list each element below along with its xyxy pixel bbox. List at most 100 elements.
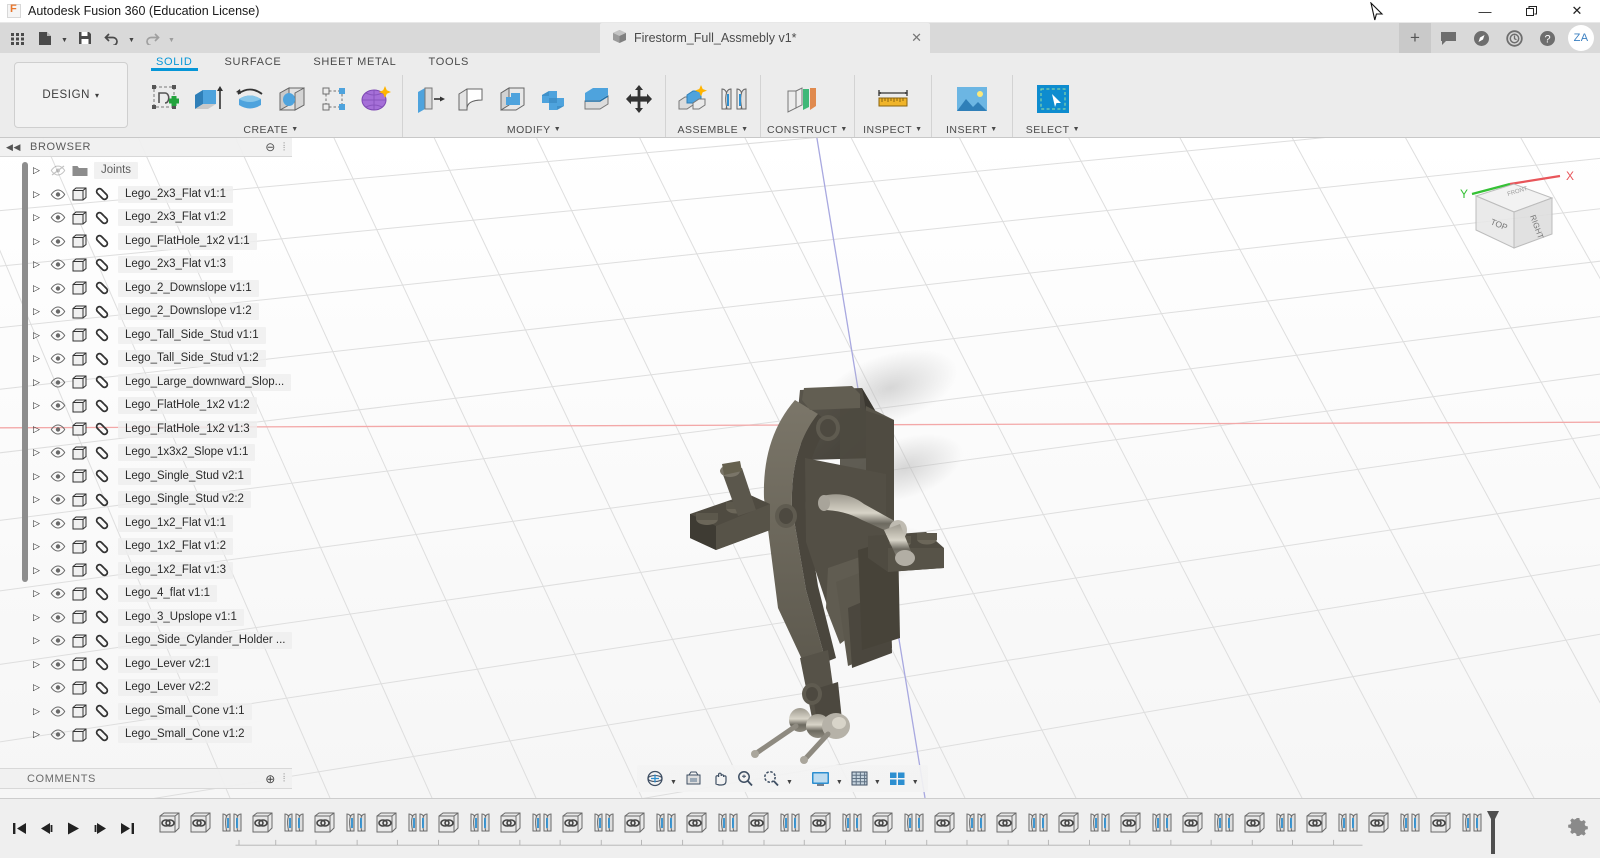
expand-arrow-icon[interactable]: ▷ — [33, 682, 47, 693]
timeline-feature[interactable] — [650, 810, 681, 835]
timeline-feature[interactable] — [991, 810, 1022, 835]
visibility-icon[interactable] — [50, 635, 72, 646]
timeline-feature[interactable] — [743, 810, 774, 835]
timeline-feature[interactable] — [929, 810, 960, 835]
joint-icon[interactable] — [714, 78, 754, 120]
visibility-icon[interactable] — [50, 682, 72, 693]
orbit-icon[interactable] — [643, 767, 668, 791]
expand-arrow-icon[interactable]: ▷ — [33, 635, 47, 646]
minimize-circle-icon[interactable]: ⊖ — [265, 140, 276, 154]
expand-arrow-icon[interactable]: ▷ — [33, 377, 47, 388]
tree-row-component[interactable]: ▷ Lego_2x3_Flat v1:2 — [0, 206, 292, 230]
tree-row-component[interactable]: ▷ Lego_4_flat v1:1 — [0, 582, 292, 606]
timeline-feature[interactable] — [1115, 810, 1146, 835]
timeline-feature[interactable] — [1084, 810, 1115, 835]
minimize-button[interactable]: — — [1462, 0, 1508, 22]
visibility-icon[interactable] — [50, 283, 72, 294]
expand-arrow-icon[interactable]: ▷ — [33, 706, 47, 717]
add-comment-icon[interactable]: ⊕ — [265, 772, 276, 786]
tree-row-component[interactable]: ▷ Lego_1x2_Flat v1:3 — [0, 559, 292, 583]
expand-arrow-icon[interactable]: ▷ — [33, 471, 47, 482]
redo-icon[interactable] — [139, 25, 164, 51]
tree-row-component[interactable]: ▷ Lego_Lever v2:2 — [0, 676, 292, 700]
new-file-caret-icon[interactable]: ▼ — [59, 25, 70, 51]
zoom-icon[interactable] — [733, 767, 758, 791]
split-face-icon[interactable] — [577, 78, 617, 120]
tree-row-component[interactable]: ▷ Lego_Lever v2:1 — [0, 653, 292, 677]
display-settings-caret-icon[interactable]: ▼ — [835, 779, 846, 792]
visibility-icon[interactable] — [50, 306, 72, 317]
form-icon[interactable] — [356, 78, 396, 120]
viewports-caret-icon[interactable]: ▼ — [911, 779, 922, 792]
visibility-icon[interactable] — [50, 259, 72, 270]
visibility-icon[interactable] — [50, 706, 72, 717]
timeline-feature[interactable] — [898, 810, 929, 835]
timeline-feature[interactable] — [1301, 810, 1332, 835]
expand-arrow-icon[interactable]: ▷ — [33, 259, 47, 270]
expand-arrow-icon[interactable]: ▷ — [33, 518, 47, 529]
timeline-feature[interactable] — [185, 810, 216, 835]
panel-title-create[interactable]: CREATE ▼ — [146, 122, 396, 137]
tree-row-component[interactable]: ▷ Lego_FlatHole_1x2 v1:3 — [0, 418, 292, 442]
timeline-feature[interactable] — [1332, 810, 1363, 835]
workspace-selector[interactable]: DESIGN ▾ — [14, 62, 128, 128]
expand-arrow-icon[interactable]: ▷ — [33, 541, 47, 552]
visibility-icon[interactable] — [50, 612, 72, 623]
save-icon[interactable] — [72, 25, 97, 51]
go-to-end-icon[interactable] — [115, 815, 140, 843]
visibility-icon[interactable] — [50, 729, 72, 740]
tree-row-component[interactable]: ▷ Lego_1x2_Flat v1:2 — [0, 535, 292, 559]
timeline-feature[interactable] — [340, 810, 371, 835]
expand-arrow-icon[interactable]: ▷ — [33, 400, 47, 411]
timeline-feature[interactable] — [309, 810, 340, 835]
timeline-feature[interactable] — [1394, 810, 1425, 835]
expand-arrow-icon[interactable]: ▷ — [33, 212, 47, 223]
visibility-icon[interactable] — [50, 212, 72, 223]
resize-grip-icon[interactable]: ⦙ — [283, 772, 286, 785]
expand-arrow-icon[interactable]: ▷ — [33, 447, 47, 458]
timeline-feature[interactable] — [1146, 810, 1177, 835]
timeline-feature[interactable] — [433, 810, 464, 835]
new-tab-button[interactable]: + — [1399, 23, 1431, 53]
hole-icon[interactable] — [272, 78, 312, 120]
undo-icon[interactable] — [99, 25, 124, 51]
expand-arrow-icon[interactable]: ▷ — [33, 189, 47, 200]
app-grid-icon[interactable] — [5, 25, 30, 51]
rib-icon[interactable] — [314, 78, 354, 120]
timeline-feature[interactable] — [557, 810, 588, 835]
close-button[interactable]: ✕ — [1554, 0, 1600, 22]
timeline-feature[interactable] — [867, 810, 898, 835]
visibility-icon[interactable] — [50, 588, 72, 599]
timeline-feature[interactable] — [1425, 810, 1456, 835]
fillet-icon[interactable] — [451, 78, 491, 120]
pan-icon[interactable] — [707, 767, 732, 791]
clock-icon[interactable] — [1498, 23, 1530, 53]
view-cube[interactable]: X Y TOP RIGHT FRONT — [1448, 154, 1578, 267]
timeline-feature[interactable] — [371, 810, 402, 835]
go-to-beginning-icon[interactable] — [7, 815, 32, 843]
panel-title-select[interactable]: SELECT ▼ — [1019, 122, 1087, 137]
visibility-icon[interactable] — [50, 236, 72, 247]
comments-bar[interactable]: COMMENTS ⊕ ⦙ — [0, 768, 292, 789]
tab-tools[interactable]: TOOLS — [412, 53, 485, 68]
timeline-settings-icon[interactable] — [1568, 817, 1588, 840]
undo-caret-icon[interactable]: ▼ — [126, 25, 137, 51]
resize-grip-icon[interactable]: ⦙ — [283, 141, 286, 154]
expand-arrow-icon[interactable]: ▷ — [33, 494, 47, 505]
tree-row-component[interactable]: ▷ Lego_2x3_Flat v1:1 — [0, 183, 292, 207]
timeline-feature[interactable] — [247, 810, 278, 835]
panel-title-construct[interactable]: CONSTRUCT ▼ — [767, 122, 848, 137]
timeline-feature[interactable] — [402, 810, 433, 835]
timeline-feature[interactable] — [495, 810, 526, 835]
expand-arrow-icon[interactable]: ▷ — [33, 330, 47, 341]
timeline-feature[interactable] — [1208, 810, 1239, 835]
measure-icon[interactable] — [873, 78, 913, 120]
timeline-feature[interactable] — [836, 810, 867, 835]
tree-row-component[interactable]: ▷ Lego_3_Upslope v1:1 — [0, 606, 292, 630]
tab-surface[interactable]: SURFACE — [209, 53, 298, 68]
document-tab-close-icon[interactable]: ✕ — [881, 30, 922, 46]
combine-icon[interactable] — [535, 78, 575, 120]
timeline-feature[interactable] — [154, 810, 185, 835]
visibility-icon[interactable] — [50, 189, 72, 200]
expand-arrow-icon[interactable]: ▷ — [33, 165, 47, 176]
